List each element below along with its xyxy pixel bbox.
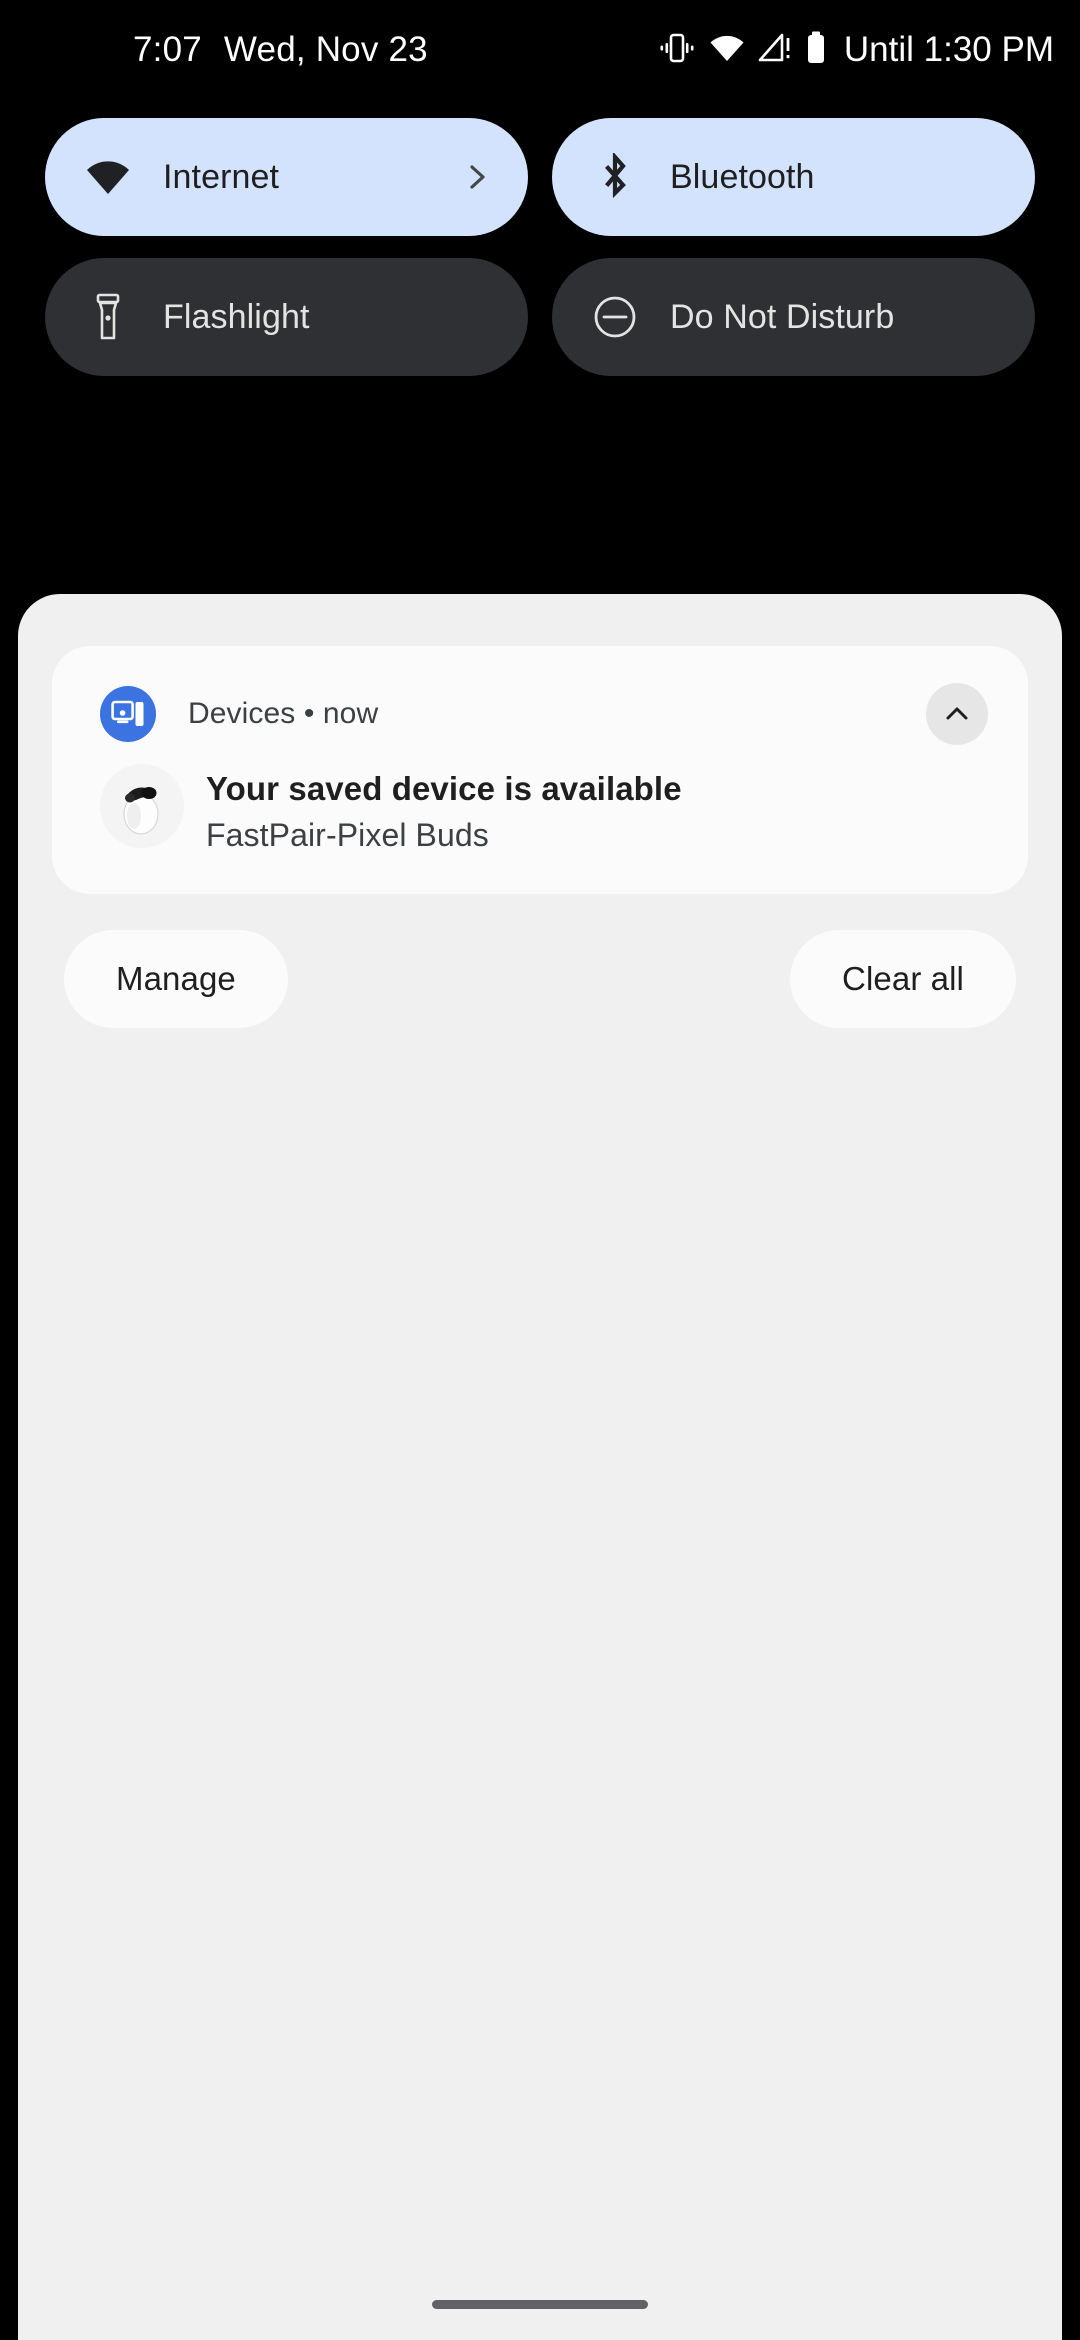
quick-settings-grid: Internet Bluetooth Flashlight Do Not Dis… <box>0 118 1080 376</box>
quick-tile-label-internet: Internet <box>163 157 280 196</box>
quick-tile-label-flashlight: Flashlight <box>163 297 310 336</box>
notification-shade-panel: Devices • now Your saved device is avail… <box>18 594 1062 2340</box>
devices-icon <box>100 686 156 742</box>
status-bar-right: Until 1:30 PM <box>658 30 1054 70</box>
status-bar-left: 7:07 Wed, Nov 23 <box>133 30 428 70</box>
quick-tile-label-do-not-disturb: Do Not Disturb <box>670 297 895 336</box>
chevron-right-icon[interactable] <box>464 164 490 190</box>
status-bar: 7:07 Wed, Nov 23 Until 1:30 PM <box>0 0 1080 100</box>
notification-text-block: Your saved device is available FastPair-… <box>206 764 682 855</box>
bluetooth-icon <box>592 153 638 200</box>
quick-tile-internet[interactable]: Internet <box>45 118 528 236</box>
battery-icon <box>805 31 827 70</box>
pixel-buds-image <box>100 764 184 848</box>
quick-tile-bluetooth[interactable]: Bluetooth <box>552 118 1035 236</box>
wifi-icon <box>85 154 131 200</box>
gesture-navigation-bar <box>18 2268 1062 2340</box>
do-not-disturb-icon <box>592 294 638 340</box>
notification-source-label: Devices • now <box>188 697 379 730</box>
quick-tile-flashlight[interactable]: Flashlight <box>45 258 528 376</box>
clear-all-button[interactable]: Clear all <box>790 930 1016 1028</box>
battery-estimate-label: Until 1:30 PM <box>843 30 1054 69</box>
chevron-up-icon[interactable] <box>926 683 988 745</box>
android-notification-shade-screen: 7:07 Wed, Nov 23 Until 1:30 PM Internet … <box>0 0 1080 2340</box>
status-bar-clock: 7:07 <box>133 30 202 69</box>
quick-tile-label-bluetooth: Bluetooth <box>670 157 815 196</box>
status-bar-date: Wed, Nov 23 <box>223 30 428 69</box>
notification-card-devices[interactable]: Devices • now Your saved device is avail… <box>52 646 1028 894</box>
notification-subtitle: FastPair-Pixel Buds <box>206 817 489 854</box>
gesture-nav-handle[interactable] <box>432 2299 648 2309</box>
vibrate-icon <box>658 31 696 70</box>
flashlight-icon <box>85 293 131 340</box>
quick-tile-do-not-disturb[interactable]: Do Not Disturb <box>552 258 1035 376</box>
notification-header: Devices • now <box>100 683 988 745</box>
notification-content: Your saved device is available FastPair-… <box>100 764 980 855</box>
no-sim-signal-icon <box>758 33 792 68</box>
wifi-icon <box>709 33 745 68</box>
manage-button[interactable]: Manage <box>64 930 288 1028</box>
shade-action-row: Manage Clear all <box>18 930 1062 1028</box>
notification-title: Your saved device is available <box>206 770 682 807</box>
